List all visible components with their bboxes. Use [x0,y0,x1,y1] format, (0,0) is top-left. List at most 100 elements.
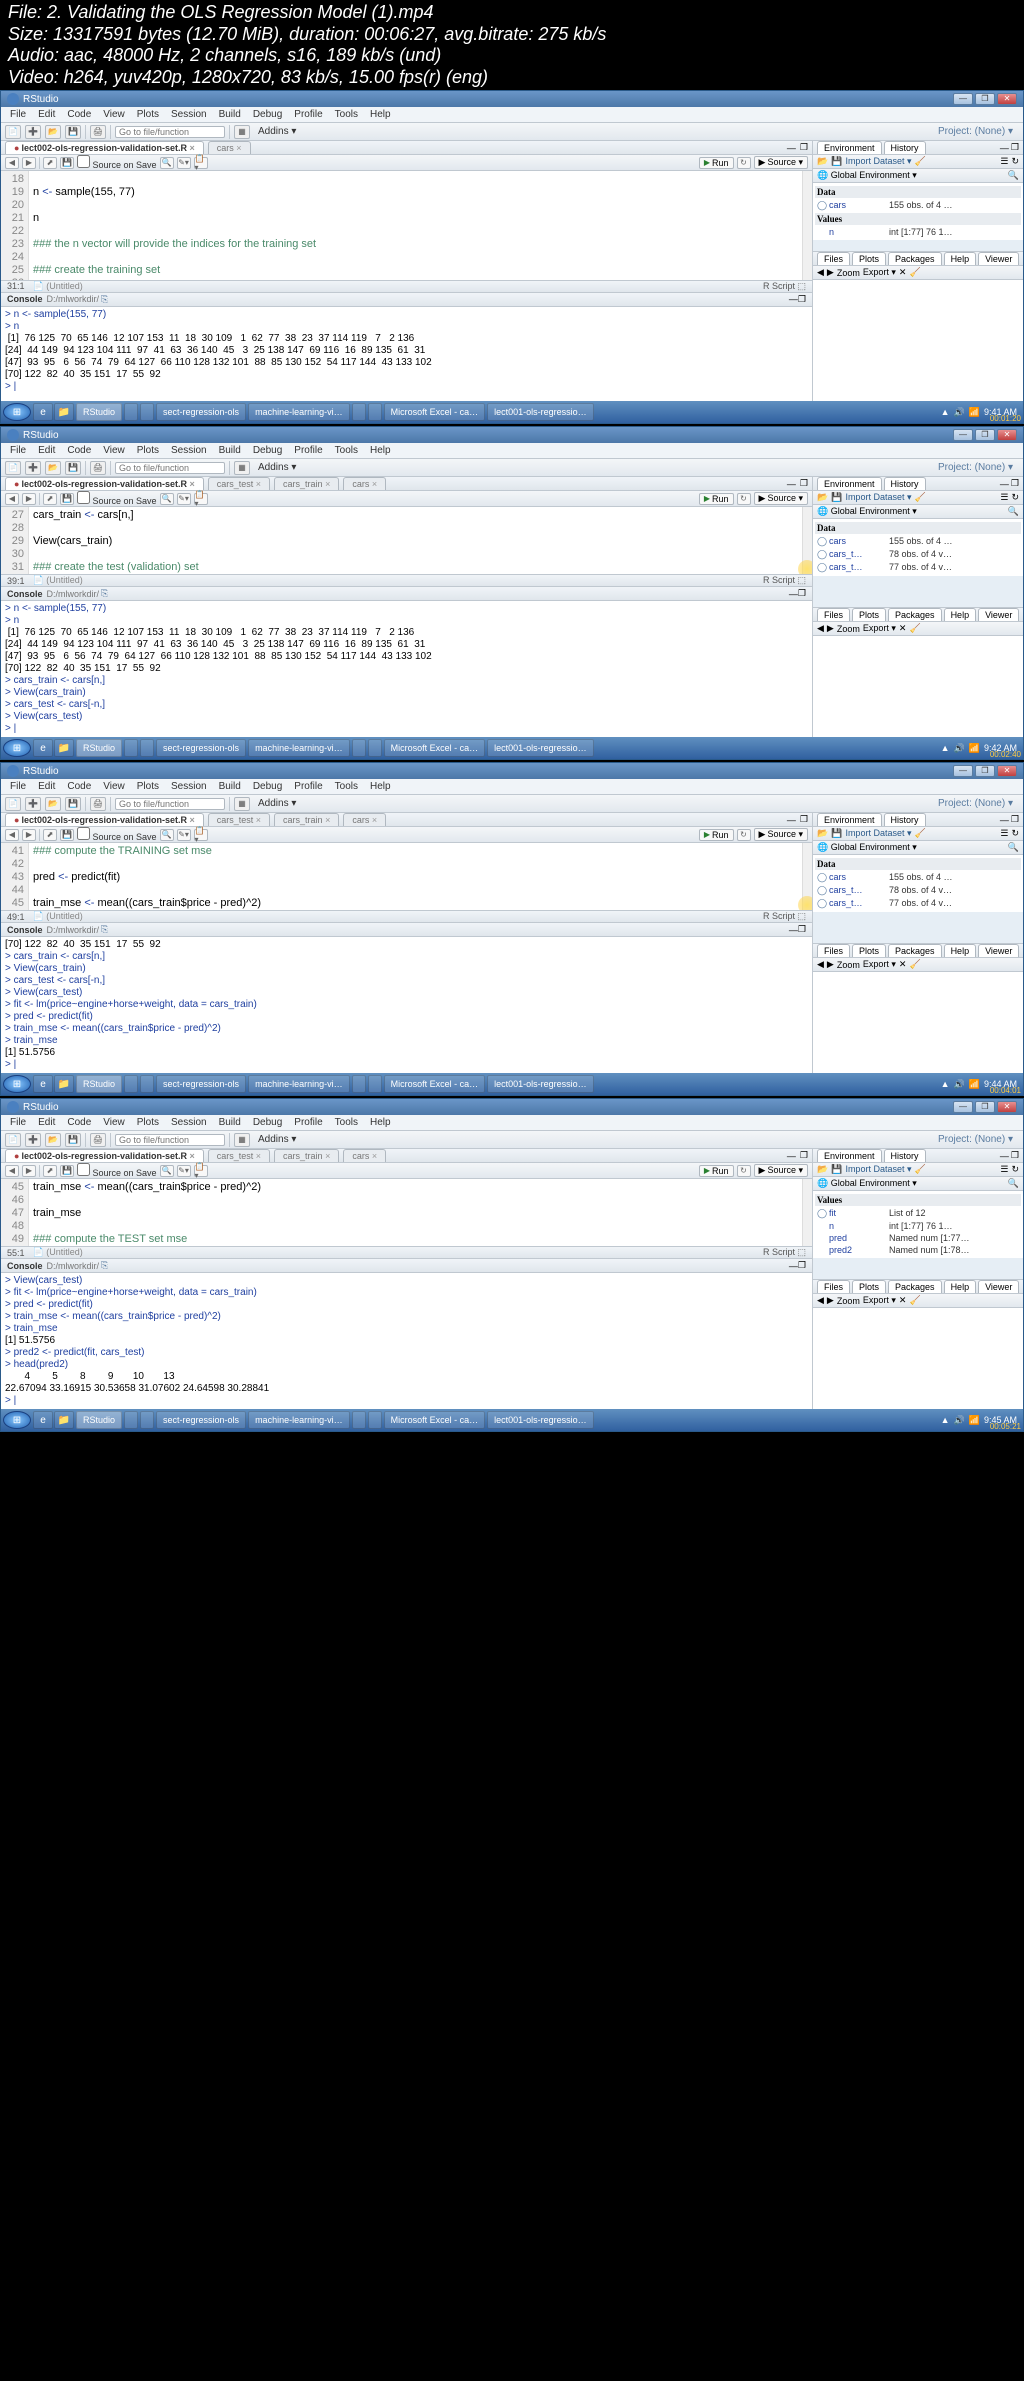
menu-item[interactable]: Help [365,108,396,121]
new-file-icon[interactable]: 📄 [5,125,21,139]
menu-item[interactable]: View [98,1116,130,1129]
plots-tab[interactable]: Plots [852,944,886,957]
menu-item[interactable]: Debug [248,108,287,121]
pane-maximize-icon[interactable]: ❐ [798,924,806,935]
taskbar-item[interactable] [124,1411,138,1429]
plots-toolbar-button[interactable]: ✕ [899,623,907,634]
menu-item[interactable]: Tools [330,780,363,793]
plots-toolbar-button[interactable]: Zoom [837,268,860,278]
goto-input[interactable] [115,462,225,474]
plots-tab[interactable]: Viewer [978,944,1019,957]
grid-icon[interactable]: ▦ [234,461,250,475]
menu-item[interactable]: Help [365,780,396,793]
taskbar-item[interactable]: machine-learning-vi… [248,739,350,757]
editor-tab[interactable]: cars_train × [274,1149,339,1162]
env-row[interactable]: ◯fitList of 12 [817,1207,1019,1220]
menu-item[interactable]: File [5,108,31,121]
plots-toolbar-button[interactable]: ◀ [817,1295,824,1306]
taskbar-item[interactable]: lect001-ols-regressio… [487,403,594,421]
minimize-button[interactable]: — [953,93,973,105]
source-button[interactable]: ▶Source ▾ [754,156,808,169]
compile-icon[interactable]: 📋▾ [194,829,208,841]
open-file-icon[interactable]: 📂 [45,125,61,139]
plots-toolbar-button[interactable]: 🧹 [909,267,920,278]
wand-icon[interactable]: ✎▾ [177,493,191,505]
pane-maximize-icon[interactable]: ❐ [800,1150,808,1161]
minimize-button[interactable]: — [953,429,973,441]
menu-item[interactable]: Session [166,780,212,793]
plots-toolbar-button[interactable]: Zoom [837,1296,860,1306]
refresh-icon[interactable]: ↻ [1011,1164,1019,1175]
pane-maximize-icon[interactable]: ❐ [1011,814,1019,825]
menu-item[interactable]: Help [365,1116,396,1129]
addins-menu[interactable]: Addins ▾ [254,462,300,473]
forward-icon[interactable]: ▶ [22,829,36,841]
pane-maximize-icon[interactable]: ❐ [1011,1150,1019,1161]
console-output[interactable]: > View(cars_test) > fit <- lm(price~engi… [1,1273,812,1409]
menu-item[interactable]: Profile [289,444,327,457]
grid-icon[interactable]: ▦ [234,125,250,139]
compile-icon[interactable]: 📋▾ [194,1165,208,1177]
plots-tab[interactable]: Viewer [978,252,1019,265]
project-menu[interactable]: Project: (None) ▾ [938,798,1019,809]
env-row[interactable]: ◯cars_t…78 obs. of 4 v… [817,548,1019,561]
scrollbar[interactable] [802,171,812,280]
editor-tab[interactable]: cars_test × [208,1149,270,1162]
env-tab[interactable]: Environment [817,1149,882,1162]
tray-network-icon[interactable]: 📶 [969,743,980,754]
language-indicator[interactable]: R Script ⬚ [763,1247,806,1258]
taskbar-item[interactable]: Microsoft Excel - ca… [384,739,486,757]
arrow-icon[interactable]: ⎘ [101,294,108,305]
menu-item[interactable]: Code [62,780,96,793]
taskbar-item[interactable] [352,403,366,421]
scope-selector[interactable]: 🌐 Global Environment ▾ [817,1178,917,1189]
tray-arrow-icon[interactable]: ▲ [941,1079,950,1089]
menu-item[interactable]: View [98,108,130,121]
close-button[interactable]: ✕ [997,93,1017,105]
plots-toolbar-button[interactable]: Export ▾ [863,623,896,634]
rerun-icon[interactable]: ↻ [737,829,751,841]
menu-item[interactable]: Session [166,108,212,121]
env-tab[interactable]: Environment [817,477,882,490]
import-dataset-button[interactable]: Import Dataset ▾ [845,828,911,839]
addins-menu[interactable]: Addins ▾ [254,798,300,809]
plots-tab[interactable]: Packages [888,944,942,957]
menu-item[interactable]: File [5,1116,31,1129]
plots-toolbar-button[interactable]: 🧹 [909,1295,920,1306]
save-icon[interactable]: 💾 [60,493,74,505]
scrollbar[interactable] [802,507,812,574]
scope-selector[interactable]: 🌐 Global Environment ▾ [817,506,917,517]
pane-maximize-icon[interactable]: ❐ [798,1260,806,1271]
plots-tab[interactable]: Packages [888,608,942,621]
plots-tab[interactable]: Plots [852,1280,886,1293]
menu-item[interactable]: Profile [289,780,327,793]
show-in-new-window-icon[interactable]: ⬈ [43,493,57,505]
editor-tab-script[interactable]: ●lect002-ols-regression-validation-set.R… [5,477,204,490]
taskbar-item[interactable] [368,739,382,757]
menu-item[interactable]: View [98,444,130,457]
plots-toolbar-button[interactable]: 🧹 [909,959,920,970]
quick-launch-explorer[interactable]: 📁 [54,1075,74,1093]
maximize-button[interactable]: ❐ [975,765,995,777]
plots-tab[interactable]: Viewer [978,1280,1019,1293]
env-row[interactable]: ◯cars_t…78 obs. of 4 v… [817,884,1019,897]
menu-item[interactable]: Debug [248,1116,287,1129]
menu-item[interactable]: Plots [132,444,164,457]
save-icon[interactable]: 💾 [831,828,842,839]
scrollbar[interactable] [802,843,812,910]
menu-item[interactable]: Tools [330,1116,363,1129]
project-menu[interactable]: Project: (None) ▾ [938,462,1019,473]
taskbar-item[interactable] [140,1411,154,1429]
console-output[interactable]: [70] 122 82 40 35 151 17 55 92 > cars_tr… [1,937,812,1073]
menu-item[interactable]: View [98,780,130,793]
code-editor[interactable]: 45 46 47 48 49 50 51 52 53 54 55 56 57 5… [1,1179,812,1246]
plots-tab[interactable]: Plots [852,608,886,621]
import-dataset-button[interactable]: Import Dataset ▾ [845,156,911,167]
env-row[interactable]: ◯cars155 obs. of 4 … [817,199,1019,212]
plots-toolbar-button[interactable]: ◀ [817,267,824,278]
pane-maximize-icon[interactable]: ❐ [798,588,806,599]
start-button[interactable]: ⊞ [3,403,31,421]
editor-tab[interactable]: cars_test × [208,477,270,490]
taskbar-item[interactable] [368,1075,382,1093]
menu-item[interactable]: Build [214,108,246,121]
